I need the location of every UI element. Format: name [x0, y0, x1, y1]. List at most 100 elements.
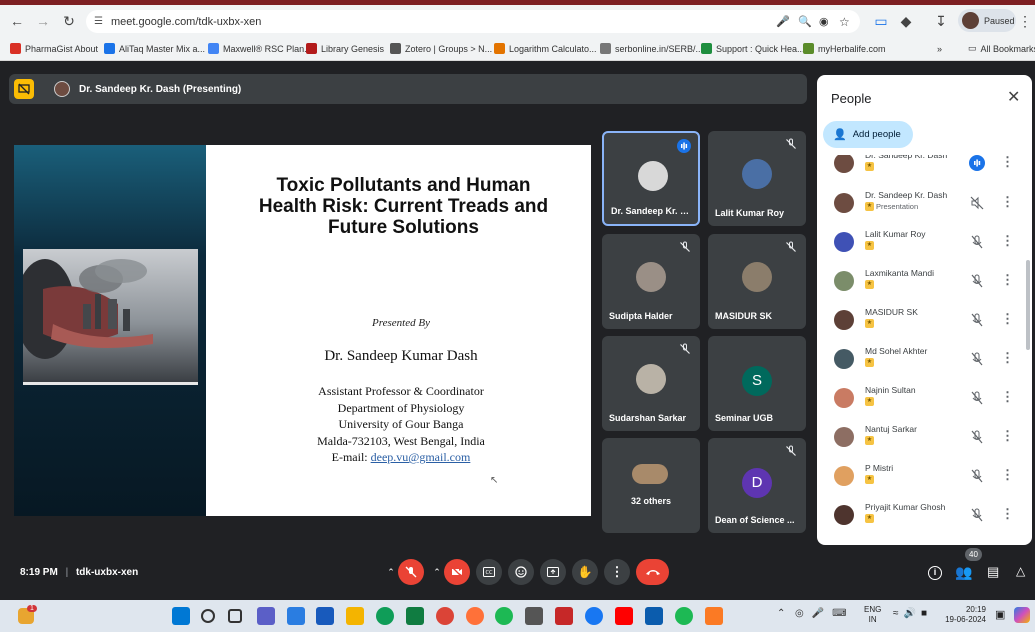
notes-icon[interactable]: ▭: [870, 5, 892, 37]
speaking-indicator-icon[interactable]: [969, 155, 985, 171]
participant-tile[interactable]: 32 others: [602, 438, 700, 533]
bookmark-item[interactable]: Zotero | Groups > N...: [390, 37, 492, 60]
star-icon[interactable]: ☆: [839, 15, 850, 29]
sound-off-icon[interactable]: [969, 195, 985, 211]
system-clock[interactable]: 20:19 19-06-2024: [944, 605, 986, 625]
app-icon[interactable]: [555, 607, 573, 625]
add-people-button[interactable]: 👤 Add people: [823, 121, 913, 148]
more-options-icon[interactable]: ⋮: [1001, 466, 1014, 484]
people-list-item[interactable]: Dr. Sandeep Kr. Dash ★ Presentation ⋮: [817, 187, 1032, 223]
people-list-item[interactable]: MASIDUR SK ★ ⋮: [817, 304, 1032, 340]
reload-icon[interactable]: ↻: [58, 5, 80, 37]
mic-off-icon[interactable]: [969, 468, 985, 484]
bookmark-item[interactable]: serbonline.in/SERB/...: [600, 37, 703, 60]
bookmark-item[interactable]: AliTaq Master Mix a...: [104, 37, 205, 60]
people-list-item[interactable]: Dr. Sandeep Kr. Dash ★ ⋮: [817, 155, 1032, 183]
people-list-item[interactable]: P Mistri ★ ⋮: [817, 460, 1032, 496]
bookmark-item[interactable]: Library Genesis: [306, 37, 384, 60]
menu-icon[interactable]: ⋮: [1016, 5, 1034, 37]
firefox-icon[interactable]: [466, 607, 484, 625]
more-options-icon[interactable]: ⋮: [1001, 155, 1014, 171]
word-icon[interactable]: [316, 607, 334, 625]
bookmark-item[interactable]: Support : Quick Hea...: [701, 37, 805, 60]
people-button[interactable]: 👥 40: [955, 548, 982, 582]
site-info-icon[interactable]: ☰: [94, 16, 103, 27]
tray-chevron-icon[interactable]: ⌃: [777, 608, 785, 619]
extensions-icon[interactable]: ◆: [895, 5, 917, 37]
participant-tile[interactable]: MASIDUR SK: [708, 234, 806, 329]
leave-call-button[interactable]: [636, 559, 669, 585]
meeting-info-icon[interactable]: i: [928, 566, 942, 580]
activities-icon[interactable]: △: [1016, 564, 1025, 578]
captions-button[interactable]: CC: [476, 559, 502, 585]
notepad-icon[interactable]: [645, 607, 663, 625]
more-options-icon[interactable]: ⋮: [1001, 310, 1014, 328]
participant-tile[interactable]: Sudarshan Sarkar: [602, 336, 700, 431]
participant-tile[interactable]: Lalit Kumar Roy: [708, 131, 806, 226]
eye-icon[interactable]: ◉: [819, 15, 829, 28]
more-options-button[interactable]: ⋮: [604, 559, 630, 585]
people-list-item[interactable]: Lalit Kumar Roy ★ ⋮: [817, 226, 1032, 262]
excel-icon[interactable]: [406, 607, 424, 625]
more-options-icon[interactable]: ⋮: [1001, 193, 1014, 211]
raise-hand-button[interactable]: ✋: [572, 559, 598, 585]
facebook-icon[interactable]: [585, 607, 603, 625]
presentation-toggle-button[interactable]: [14, 79, 34, 99]
forward-icon[interactable]: →: [32, 5, 54, 37]
bookmark-item[interactable]: Logarithm Calculato...: [494, 37, 597, 60]
download-icon[interactable]: ↧: [930, 5, 952, 37]
all-bookmarks-button[interactable]: ▭ All Bookmarks: [968, 37, 1035, 60]
more-options-icon[interactable]: ⋮: [1001, 388, 1014, 406]
network-sound-battery-icons[interactable]: ≈🔊■: [893, 608, 932, 619]
windows-start-icon[interactable]: [172, 607, 190, 625]
back-icon[interactable]: ←: [6, 5, 28, 37]
mic-toggle-button[interactable]: [398, 559, 424, 585]
mic-off-icon[interactable]: [969, 234, 985, 250]
audio-options-chevron-icon[interactable]: ⌃: [384, 559, 398, 585]
people-list-item[interactable]: Laxmikanta Mandi ★ ⋮: [817, 265, 1032, 301]
mic-off-icon[interactable]: [969, 429, 985, 445]
spotify-alt-icon[interactable]: [675, 607, 693, 625]
youtube-icon[interactable]: [615, 607, 633, 625]
people-list-item[interactable]: Najnin Sultan ★ ⋮: [817, 382, 1032, 418]
file-explorer-icon[interactable]: [346, 607, 364, 625]
people-scrollbar[interactable]: [1026, 260, 1030, 350]
spotify-icon[interactable]: [495, 607, 513, 625]
close-icon[interactable]: ✕: [1007, 87, 1020, 107]
search-icon[interactable]: [201, 609, 215, 623]
chat-icon[interactable]: ▤: [987, 564, 999, 580]
participant-tile[interactable]: Sudipta Halder: [602, 234, 700, 329]
chrome-icon[interactable]: [436, 607, 454, 625]
camera-toggle-button[interactable]: [444, 559, 470, 585]
more-options-icon[interactable]: ⋮: [1001, 232, 1014, 250]
people-list-item[interactable]: Priyajit Kumar Ghosh ★ ⋮: [817, 499, 1032, 535]
participant-tile[interactable]: Dr. Sandeep Kr. D...: [602, 131, 700, 226]
mic-icon[interactable]: 🎤: [776, 15, 790, 28]
participant-tile[interactable]: S Seminar UGB: [708, 336, 806, 431]
mic-off-icon[interactable]: [969, 273, 985, 289]
edge-icon[interactable]: [376, 607, 394, 625]
more-options-icon[interactable]: ⋮: [1001, 505, 1014, 523]
email-link[interactable]: deep.vu@gmail.com: [371, 450, 471, 464]
more-options-icon[interactable]: ⋮: [1001, 427, 1014, 445]
xampp-icon[interactable]: [705, 607, 723, 625]
task-view-icon[interactable]: [228, 609, 242, 623]
people-list-item[interactable]: Nantuj Sarkar ★ ⋮: [817, 421, 1032, 457]
present-button[interactable]: [540, 559, 566, 585]
reactions-button[interactable]: [508, 559, 534, 585]
bookmark-item[interactable]: myHerbalife.com: [803, 37, 886, 60]
notifications-icon[interactable]: ▣: [995, 608, 1005, 621]
people-list-item[interactable]: Md Sohel Akhter ★ ⋮: [817, 343, 1032, 379]
zoom-icon[interactable]: 🔍: [798, 15, 812, 28]
mic-off-icon[interactable]: [969, 390, 985, 406]
mic-off-icon[interactable]: [969, 351, 985, 367]
language-indicator[interactable]: ENG IN: [864, 605, 881, 625]
participant-tile[interactable]: D Dean of Science ...: [708, 438, 806, 533]
mic-off-icon[interactable]: [969, 312, 985, 328]
profile-paused-button[interactable]: Paused: [958, 9, 1016, 32]
more-options-icon[interactable]: ⋮: [1001, 271, 1014, 289]
copilot-icon[interactable]: [1014, 607, 1030, 623]
calculator-icon[interactable]: [525, 607, 543, 625]
more-options-icon[interactable]: ⋮: [1001, 349, 1014, 367]
bookmark-item[interactable]: PharmaGist About: [10, 37, 98, 60]
